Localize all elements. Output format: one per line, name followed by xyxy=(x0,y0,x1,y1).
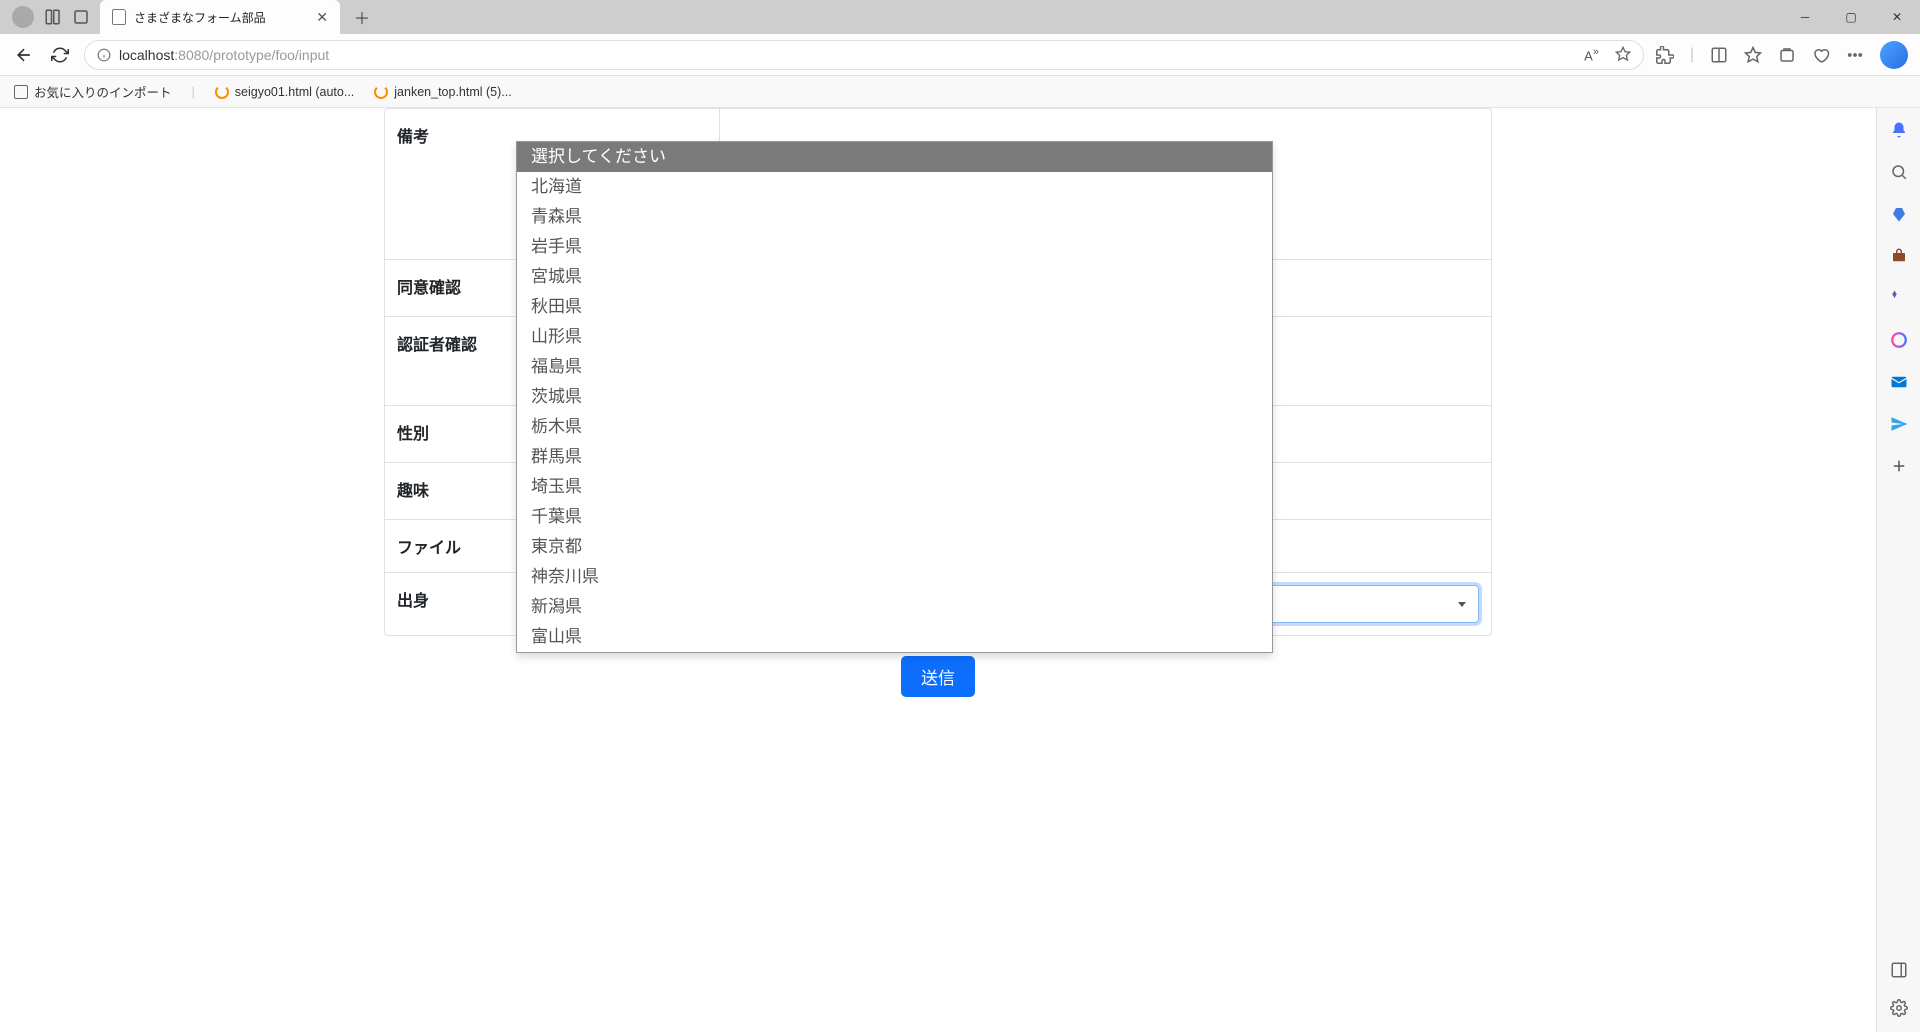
html-icon xyxy=(215,85,229,99)
dropdown-option[interactable]: 山形県 xyxy=(517,322,1272,352)
bookmark-item-2[interactable]: janken_top.html (5)... xyxy=(374,85,511,99)
browser-tab[interactable]: さまざまなフォーム部品 ✕ xyxy=(100,0,340,34)
minimize-button[interactable]: ─ xyxy=(1782,0,1828,34)
sidebar-toggle-icon[interactable] xyxy=(1887,958,1911,982)
dropdown-option[interactable]: 選択してください xyxy=(517,142,1272,172)
dropdown-option[interactable]: 富山県 xyxy=(517,622,1272,652)
dropdown-option[interactable]: 東京都 xyxy=(517,532,1272,562)
tab-title: さまざまなフォーム部品 xyxy=(134,9,308,26)
shopping-icon[interactable] xyxy=(1887,202,1911,226)
page-content[interactable]: 備考 同意確認 認証者確認 性別 趣味 xyxy=(0,108,1876,1032)
close-tab-icon[interactable]: ✕ xyxy=(316,9,328,26)
dropdown-option[interactable]: 神奈川県 xyxy=(517,562,1272,592)
bookmark-label: seigyo01.html (auto... xyxy=(235,85,355,99)
dropdown-option[interactable]: 群馬県 xyxy=(517,442,1272,472)
favorites-icon[interactable] xyxy=(1744,46,1762,64)
split-screen-icon[interactable] xyxy=(1710,46,1728,64)
office-icon[interactable] xyxy=(1887,328,1911,352)
dropdown-option[interactable]: 石川県 xyxy=(517,652,1272,653)
search-sidebar-icon[interactable] xyxy=(1887,160,1911,184)
more-menu-icon[interactable] xyxy=(1846,46,1864,64)
dropdown-option[interactable]: 新潟県 xyxy=(517,592,1272,622)
games-icon[interactable] xyxy=(1887,286,1911,310)
bookmarks-bar: お気に入りのインポート | seigyo01.html (auto... jan… xyxy=(0,76,1920,108)
refresh-button[interactable] xyxy=(48,43,72,67)
dropdown-option[interactable]: 北海道 xyxy=(517,172,1272,202)
browser-essentials-icon[interactable] xyxy=(1812,46,1830,64)
browser-chrome-bar: さまざまなフォーム部品 ✕ ＋ ─ ▢ ✕ xyxy=(0,0,1920,34)
dropdown-option[interactable]: 千葉県 xyxy=(517,502,1272,532)
outlook-icon[interactable] xyxy=(1887,370,1911,394)
import-favorites-button[interactable]: お気に入りのインポート xyxy=(14,82,172,101)
submit-button[interactable]: 送信 xyxy=(901,656,975,697)
url-path: :8080/prototype/foo/input xyxy=(174,47,329,63)
add-sidebar-icon[interactable] xyxy=(1887,454,1911,478)
import-favorites-icon xyxy=(14,85,28,99)
tab-actions-icon[interactable] xyxy=(72,8,90,26)
dropdown-panel[interactable]: 選択してください北海道青森県岩手県宮城県秋田県山形県福島県茨城県栃木県群馬県埼玉… xyxy=(516,141,1273,653)
settings-icon[interactable] xyxy=(1887,996,1911,1020)
close-window-button[interactable]: ✕ xyxy=(1874,0,1920,34)
url-host: localhost xyxy=(119,47,174,63)
site-info-icon[interactable] xyxy=(97,48,111,62)
new-tab-button[interactable]: ＋ xyxy=(348,1,376,33)
read-aloud-icon[interactable]: A» xyxy=(1584,46,1599,63)
dropdown-option[interactable]: 埼玉県 xyxy=(517,472,1272,502)
html-icon xyxy=(374,85,388,99)
dropdown-option[interactable]: 栃木県 xyxy=(517,412,1272,442)
workspaces-icon[interactable] xyxy=(44,8,62,26)
extensions-icon[interactable] xyxy=(1656,46,1674,64)
dropdown-option[interactable]: 宮城県 xyxy=(517,262,1272,292)
profile-icon[interactable] xyxy=(12,6,34,28)
dropdown-option[interactable]: 秋田県 xyxy=(517,292,1272,322)
dropdown-option[interactable]: 茨城県 xyxy=(517,382,1272,412)
maximize-button[interactable]: ▢ xyxy=(1828,0,1874,34)
notifications-icon[interactable] xyxy=(1887,118,1911,142)
edge-sidebar xyxy=(1876,108,1920,1032)
dropdown-option[interactable]: 岩手県 xyxy=(517,232,1272,262)
page-icon xyxy=(112,9,126,25)
bookmark-item-1[interactable]: seigyo01.html (auto... xyxy=(215,85,355,99)
dropdown-option[interactable]: 福島県 xyxy=(517,352,1272,382)
address-bar-row: localhost:8080/prototype/foo/input A» | xyxy=(0,34,1920,76)
address-input[interactable]: localhost:8080/prototype/foo/input A» xyxy=(84,40,1644,70)
bookmark-label: janken_top.html (5)... xyxy=(394,85,511,99)
send-icon[interactable] xyxy=(1887,412,1911,436)
dropdown-option[interactable]: 青森県 xyxy=(517,202,1272,232)
collections-icon[interactable] xyxy=(1778,46,1796,64)
import-favorites-label: お気に入りのインポート xyxy=(34,82,172,101)
back-button[interactable] xyxy=(12,43,36,67)
copilot-icon[interactable] xyxy=(1880,41,1908,69)
favorite-star-icon[interactable] xyxy=(1615,46,1631,62)
tools-icon[interactable] xyxy=(1887,244,1911,268)
